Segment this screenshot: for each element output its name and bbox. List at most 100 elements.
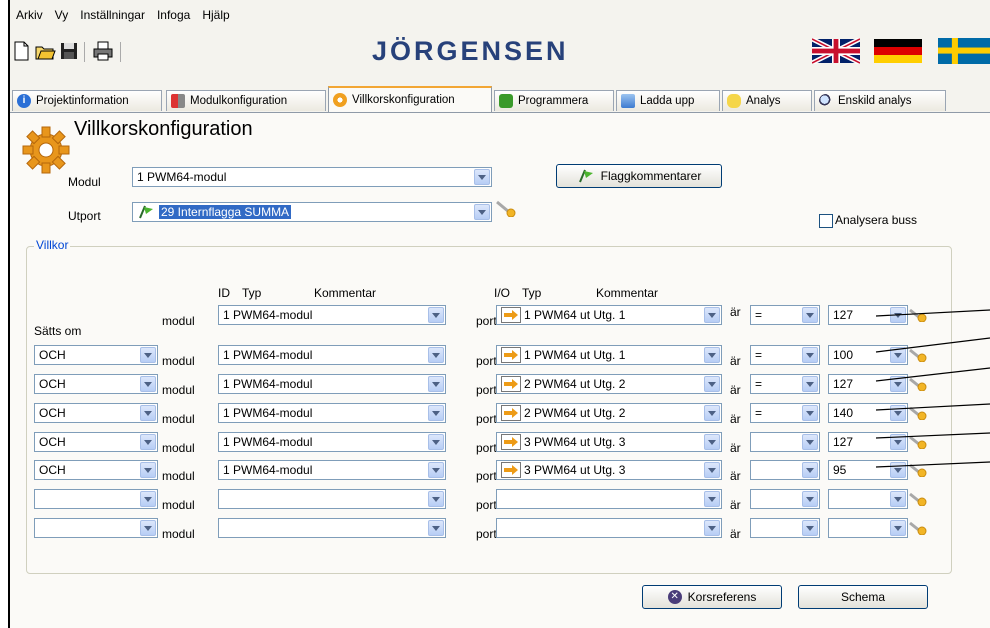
value-select[interactable]: 100 bbox=[828, 345, 908, 365]
analysera-buss-checkbox[interactable] bbox=[819, 214, 833, 228]
logic-select[interactable] bbox=[34, 518, 158, 538]
chevron-down-icon[interactable] bbox=[890, 307, 906, 323]
chevron-down-icon[interactable] bbox=[802, 347, 818, 363]
logic-select[interactable]: OCH bbox=[34, 460, 158, 480]
operator-select[interactable]: = bbox=[750, 345, 820, 365]
chevron-down-icon[interactable] bbox=[704, 434, 720, 450]
port-select[interactable]: 2 PWM64 ut Utg. 2 bbox=[496, 403, 722, 423]
chevron-down-icon[interactable] bbox=[802, 376, 818, 392]
chevron-down-icon[interactable] bbox=[428, 405, 444, 421]
tab-analys[interactable]: Analys bbox=[722, 90, 812, 111]
tab-enskild-analys[interactable]: Enskild analys bbox=[814, 90, 946, 111]
tab-villkorskonfiguration[interactable]: Villkorskonfiguration bbox=[328, 86, 492, 112]
chevron-down-icon[interactable] bbox=[704, 462, 720, 478]
wrench-icon[interactable] bbox=[908, 308, 928, 322]
flag-uk-icon[interactable] bbox=[812, 38, 860, 64]
chevron-down-icon[interactable] bbox=[890, 434, 906, 450]
save-icon[interactable] bbox=[58, 40, 80, 62]
tab-programmera[interactable]: Programmera bbox=[494, 90, 614, 111]
module-select[interactable] bbox=[218, 489, 446, 509]
operator-select[interactable]: = bbox=[750, 305, 820, 325]
module-select[interactable]: 1 PWM64-modul bbox=[218, 460, 446, 480]
port-select[interactable] bbox=[496, 489, 722, 509]
value-select[interactable]: 95 bbox=[828, 460, 908, 480]
flaggkommentarer-button[interactable]: Flaggkommentarer bbox=[556, 164, 722, 188]
chevron-down-icon[interactable] bbox=[428, 434, 444, 450]
chevron-down-icon[interactable] bbox=[802, 462, 818, 478]
chevron-down-icon[interactable] bbox=[890, 520, 906, 536]
port-select[interactable]: 1 PWM64 ut Utg. 1 bbox=[496, 345, 722, 365]
module-select[interactable] bbox=[218, 518, 446, 538]
chevron-down-icon[interactable] bbox=[704, 491, 720, 507]
open-folder-icon[interactable] bbox=[34, 40, 56, 62]
chevron-down-icon[interactable] bbox=[140, 520, 156, 536]
tab-modulkonfiguration[interactable]: Modulkonfiguration bbox=[166, 90, 326, 111]
chevron-down-icon[interactable] bbox=[704, 347, 720, 363]
wrench-icon[interactable] bbox=[908, 435, 928, 449]
wrench-icon[interactable] bbox=[908, 463, 928, 477]
logic-select[interactable]: OCH bbox=[34, 403, 158, 423]
value-select[interactable]: 127 bbox=[828, 374, 908, 394]
chevron-down-icon[interactable] bbox=[140, 347, 156, 363]
chevron-down-icon[interactable] bbox=[890, 376, 906, 392]
value-select[interactable]: 140 bbox=[828, 403, 908, 423]
chevron-down-icon[interactable] bbox=[428, 347, 444, 363]
value-select[interactable] bbox=[828, 489, 908, 509]
menu-arkiv[interactable]: Arkiv bbox=[16, 8, 43, 28]
chevron-down-icon[interactable] bbox=[890, 462, 906, 478]
operator-select[interactable] bbox=[750, 518, 820, 538]
menu-vy[interactable]: Vy bbox=[55, 8, 69, 28]
chevron-down-icon[interactable] bbox=[704, 307, 720, 323]
chevron-down-icon[interactable] bbox=[140, 434, 156, 450]
chevron-down-icon[interactable] bbox=[140, 491, 156, 507]
chevron-down-icon[interactable] bbox=[802, 520, 818, 536]
value-select[interactable] bbox=[828, 518, 908, 538]
module-select[interactable]: 1 PWM64-modul bbox=[218, 305, 446, 325]
wrench-icon[interactable] bbox=[908, 348, 928, 362]
flag-germany-icon[interactable] bbox=[874, 38, 922, 64]
tab-projektinformation[interactable]: i Projektinformation bbox=[12, 90, 162, 111]
port-select[interactable]: 3 PWM64 ut Utg. 3 bbox=[496, 460, 722, 480]
chevron-down-icon[interactable] bbox=[428, 520, 444, 536]
logic-select[interactable]: OCH bbox=[34, 345, 158, 365]
operator-select[interactable] bbox=[750, 460, 820, 480]
print-icon[interactable] bbox=[92, 40, 114, 62]
logic-select[interactable]: OCH bbox=[34, 432, 158, 452]
menu-infoga[interactable]: Infoga bbox=[157, 8, 190, 28]
schema-button[interactable]: Schema bbox=[798, 585, 928, 609]
operator-select[interactable] bbox=[750, 432, 820, 452]
operator-select[interactable] bbox=[750, 489, 820, 509]
port-select[interactable]: 1 PWM64 ut Utg. 1 bbox=[496, 305, 722, 325]
chevron-down-icon[interactable] bbox=[428, 491, 444, 507]
chevron-down-icon[interactable] bbox=[140, 376, 156, 392]
port-select[interactable] bbox=[496, 518, 722, 538]
logic-select[interactable] bbox=[34, 489, 158, 509]
chevron-down-icon[interactable] bbox=[140, 405, 156, 421]
value-select[interactable]: 127 bbox=[828, 432, 908, 452]
utport-select[interactable]: 29 Internflagga SUMMA bbox=[132, 202, 492, 222]
chevron-down-icon[interactable] bbox=[890, 491, 906, 507]
chevron-down-icon[interactable] bbox=[802, 434, 818, 450]
module-select[interactable]: 1 PWM64-modul bbox=[218, 345, 446, 365]
modul-select[interactable]: 1 PWM64-modul bbox=[132, 167, 492, 187]
menu-installningar[interactable]: Inställningar bbox=[80, 8, 145, 28]
value-select[interactable]: 127 bbox=[828, 305, 908, 325]
operator-select[interactable]: = bbox=[750, 403, 820, 423]
wrench-icon[interactable] bbox=[908, 377, 928, 391]
korsreferens-button[interactable]: ✕ Korsreferens bbox=[642, 585, 782, 609]
chevron-down-icon[interactable] bbox=[428, 376, 444, 392]
flag-sweden-icon[interactable] bbox=[936, 38, 990, 64]
chevron-down-icon[interactable] bbox=[428, 307, 444, 323]
chevron-down-icon[interactable] bbox=[802, 491, 818, 507]
chevron-down-icon[interactable] bbox=[140, 462, 156, 478]
chevron-down-icon[interactable] bbox=[704, 405, 720, 421]
new-file-icon[interactable] bbox=[10, 40, 32, 62]
module-select[interactable]: 1 PWM64-modul bbox=[218, 403, 446, 423]
wrench-icon[interactable] bbox=[908, 492, 928, 506]
chevron-down-icon[interactable] bbox=[890, 405, 906, 421]
module-select[interactable]: 1 PWM64-modul bbox=[218, 374, 446, 394]
chevron-down-icon[interactable] bbox=[474, 204, 490, 220]
wrench-icon[interactable] bbox=[908, 406, 928, 420]
menu-hjalp[interactable]: Hjälp bbox=[202, 8, 229, 28]
logic-select[interactable]: OCH bbox=[34, 374, 158, 394]
